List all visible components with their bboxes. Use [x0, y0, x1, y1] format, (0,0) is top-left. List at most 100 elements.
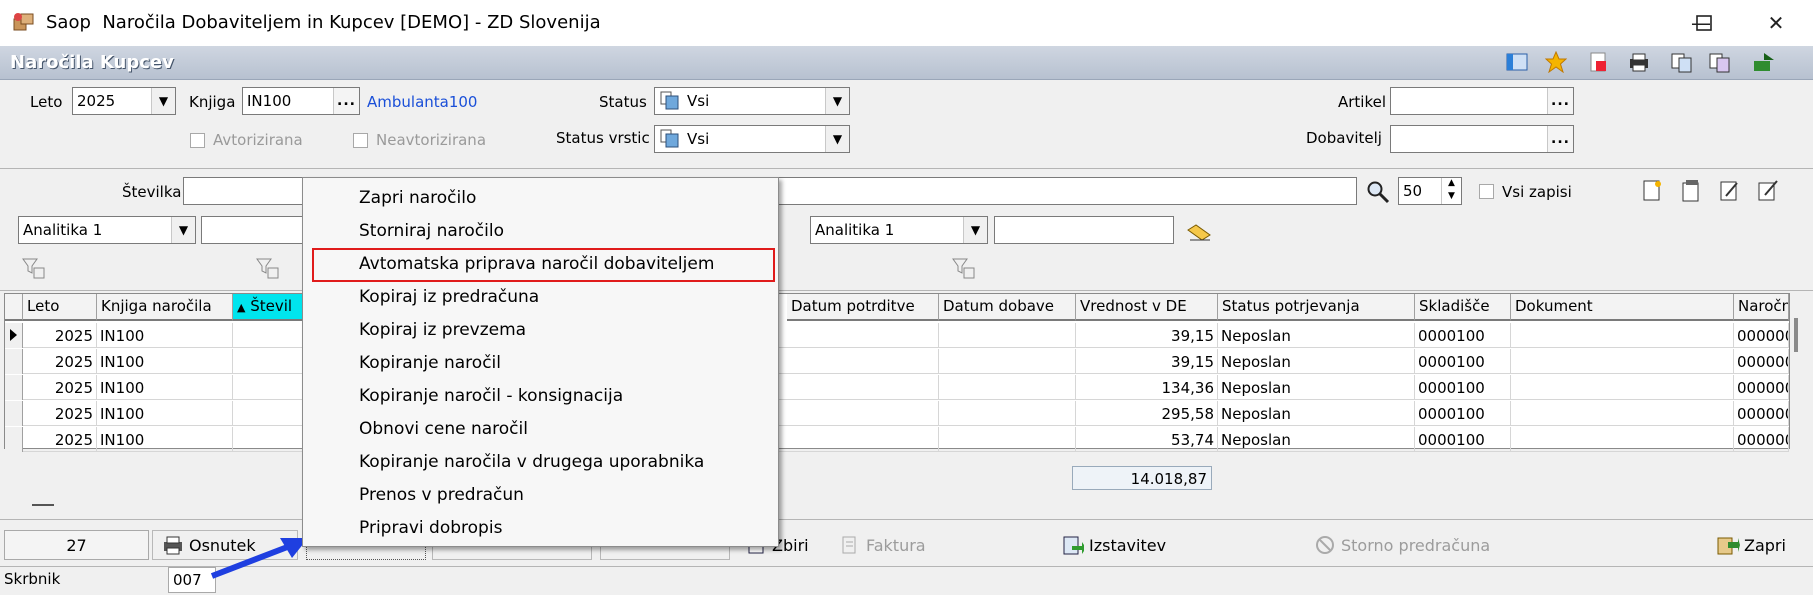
filter-icon[interactable] [256, 257, 280, 283]
cell-vrednost[interactable]: 295,58 [1076, 401, 1218, 426]
cell-narocnik[interactable]: 000000 [1734, 349, 1789, 374]
cell-status[interactable]: Neposlan [1218, 401, 1415, 426]
menu-item-kopiranje-narocil[interactable]: Kopiranje naročil [359, 349, 501, 379]
menu-item-zapri-narocilo[interactable]: Zapri naročilo [359, 184, 476, 214]
cell-knjiga[interactable]: IN100 [97, 349, 233, 374]
eraser-icon[interactable] [1186, 224, 1212, 246]
menu-item-storniraj-narocilo[interactable]: Storniraj naročilo [359, 217, 504, 247]
status-vrstic-combo[interactable]: Vsi ▼ [654, 125, 850, 153]
chevron-down-icon[interactable]: ▼ [825, 88, 849, 114]
cell-skladisce[interactable]: 0000100 [1415, 349, 1511, 374]
cell-vrednost[interactable]: 39,15 [1076, 349, 1218, 374]
chevron-down-icon[interactable]: ▼ [171, 217, 195, 243]
cell-narocnik[interactable]: 000000 [1734, 401, 1789, 426]
cell-datum-dobave[interactable] [939, 323, 1076, 348]
avtorizirana-checkbox[interactable] [190, 133, 205, 148]
analitika-left-field[interactable] [201, 216, 306, 244]
column-header[interactable]: Naročn [1734, 294, 1789, 321]
faktura-button[interactable]: Faktura [838, 530, 958, 560]
dobavitelj-field[interactable]: ... [1390, 125, 1574, 153]
neavtorizirana-checkbox[interactable] [353, 133, 368, 148]
table-row[interactable]: 2025 IN100 53,74 Neposlan 0000100 000000 [5, 427, 1789, 452]
analitika-right-field[interactable] [994, 216, 1174, 244]
column-header[interactable]: Knjiga naročila [97, 294, 233, 321]
cell-datum-potrditve[interactable] [787, 323, 939, 348]
menu-item-kopiraj-iz-predracuna[interactable]: Kopiraj iz predračuna [359, 283, 539, 313]
knjiga-link[interactable]: Ambulanta100 [367, 93, 477, 111]
cell-skladisce[interactable]: 0000100 [1415, 427, 1511, 452]
cell-skladisce[interactable]: 0000100 [1415, 375, 1511, 400]
leto-combo[interactable]: 2025 ▼ [72, 87, 176, 115]
cell-stevilka[interactable] [233, 349, 313, 374]
menu-item-prenos-v-predracun[interactable]: Prenos v predračun [359, 481, 524, 511]
chevron-down-icon[interactable]: ▼ [825, 126, 849, 152]
chevron-down-icon[interactable]: ▼ [151, 88, 175, 114]
storno-predracuna-button[interactable]: Storno predračuna [1313, 530, 1493, 560]
browse-button[interactable]: ... [333, 88, 359, 114]
menu-item-pripravi-dobropis[interactable]: Pripravi dobropis [359, 514, 502, 544]
cell-narocnik[interactable]: 000000 [1734, 375, 1789, 400]
close-icon[interactable]: ✕ [1740, 0, 1812, 46]
cell-datum-potrditve[interactable] [787, 349, 939, 374]
menu-item-obnovi-cene[interactable]: Obnovi cene naročil [359, 415, 528, 445]
cell-dokument[interactable] [1511, 323, 1734, 348]
spin-up-icon[interactable]: ▲ [1441, 178, 1461, 191]
cell-datum-dobave[interactable] [939, 427, 1076, 452]
edit-pencil-icon[interactable] [1756, 179, 1778, 207]
splitter-handle[interactable] [32, 504, 54, 506]
cell-leto[interactable]: 2025 [23, 349, 97, 374]
table-row[interactable]: 2025 IN100 134,36 Neposlan 0000100 00000… [5, 375, 1789, 400]
search-icon[interactable] [1366, 180, 1390, 208]
table-row[interactable]: 2025 IN100 39,15 Neposlan 0000100 000000 [5, 323, 1789, 348]
analitika-right-combo[interactable]: Analitika 1 ▼ [810, 216, 988, 244]
cell-vrednost[interactable]: 39,15 [1076, 323, 1218, 348]
cell-knjiga[interactable]: IN100 [97, 323, 233, 348]
cell-leto[interactable]: 2025 [23, 427, 97, 452]
import-icon[interactable] [1708, 50, 1732, 74]
cell-status[interactable]: Neposlan [1218, 375, 1415, 400]
cell-vrednost[interactable]: 53,74 [1076, 427, 1218, 452]
cell-dokument[interactable] [1511, 375, 1734, 400]
browse-button[interactable]: ... [1547, 88, 1573, 114]
menu-item-kopiraj-iz-prevzema[interactable]: Kopiraj iz prevzema [359, 316, 526, 346]
cell-status[interactable]: Neposlan [1218, 349, 1415, 374]
menu-item-avtomatska-priprava[interactable]: Avtomatska priprava naročil dobaviteljem [359, 250, 714, 280]
status-combo[interactable]: Vsi ▼ [654, 87, 850, 115]
cell-dokument[interactable] [1511, 401, 1734, 426]
export-icon[interactable] [1670, 50, 1694, 74]
layout-icon[interactable] [1505, 50, 1529, 74]
menu-item-kopiranje-drugega-uporabnika[interactable]: Kopiranje naročila v drugega uporabnika [359, 448, 704, 478]
copy-document-icon[interactable] [1680, 179, 1702, 207]
cell-leto[interactable]: 2025 [23, 401, 97, 426]
cell-knjiga[interactable]: IN100 [97, 375, 233, 400]
column-header[interactable]: Skladišče [1415, 294, 1511, 321]
cell-leto[interactable]: 2025 [23, 375, 97, 400]
cell-stevilka[interactable] [233, 401, 313, 426]
cell-stevilka[interactable] [233, 427, 313, 452]
cell-datum-dobave[interactable] [939, 401, 1076, 426]
zapri-button[interactable]: Zapri [1716, 530, 1796, 560]
cell-dokument[interactable] [1511, 349, 1734, 374]
cell-knjiga[interactable]: IN100 [97, 427, 233, 452]
column-header[interactable]: Dokument [1511, 294, 1734, 321]
cell-datum-potrditve[interactable] [787, 401, 939, 426]
menu-item-kopiranje-konsignacija[interactable]: Kopiranje naročil - konsignacija [359, 382, 623, 412]
column-header[interactable]: Datum dobave [939, 294, 1076, 321]
edit-document-icon[interactable] [1718, 179, 1740, 207]
spin-down-icon[interactable]: ▼ [1441, 191, 1461, 204]
column-header[interactable]: Datum potrditve [787, 294, 939, 321]
cell-knjiga[interactable]: IN100 [97, 401, 233, 426]
filter-icon[interactable] [952, 257, 976, 283]
cell-dokument[interactable] [1511, 427, 1734, 452]
table-row[interactable]: 2025 IN100 39,15 Neposlan 0000100 000000 [5, 349, 1789, 374]
table-row[interactable]: 2025 IN100 295,58 Neposlan 0000100 00000… [5, 401, 1789, 426]
column-header[interactable]: Vrednost v DE [1076, 294, 1218, 321]
print-icon[interactable] [1627, 50, 1651, 74]
count-spinner[interactable]: 50 ▲ ▼ [1398, 177, 1462, 205]
cell-vrednost[interactable]: 134,36 [1076, 375, 1218, 400]
new-document-icon[interactable] [1641, 179, 1663, 207]
cell-leto[interactable]: 2025 [23, 323, 97, 348]
cell-skladisce[interactable]: 0000100 [1415, 323, 1511, 348]
delete-icon[interactable] [1586, 50, 1610, 74]
column-header[interactable]: Leto [23, 294, 97, 321]
